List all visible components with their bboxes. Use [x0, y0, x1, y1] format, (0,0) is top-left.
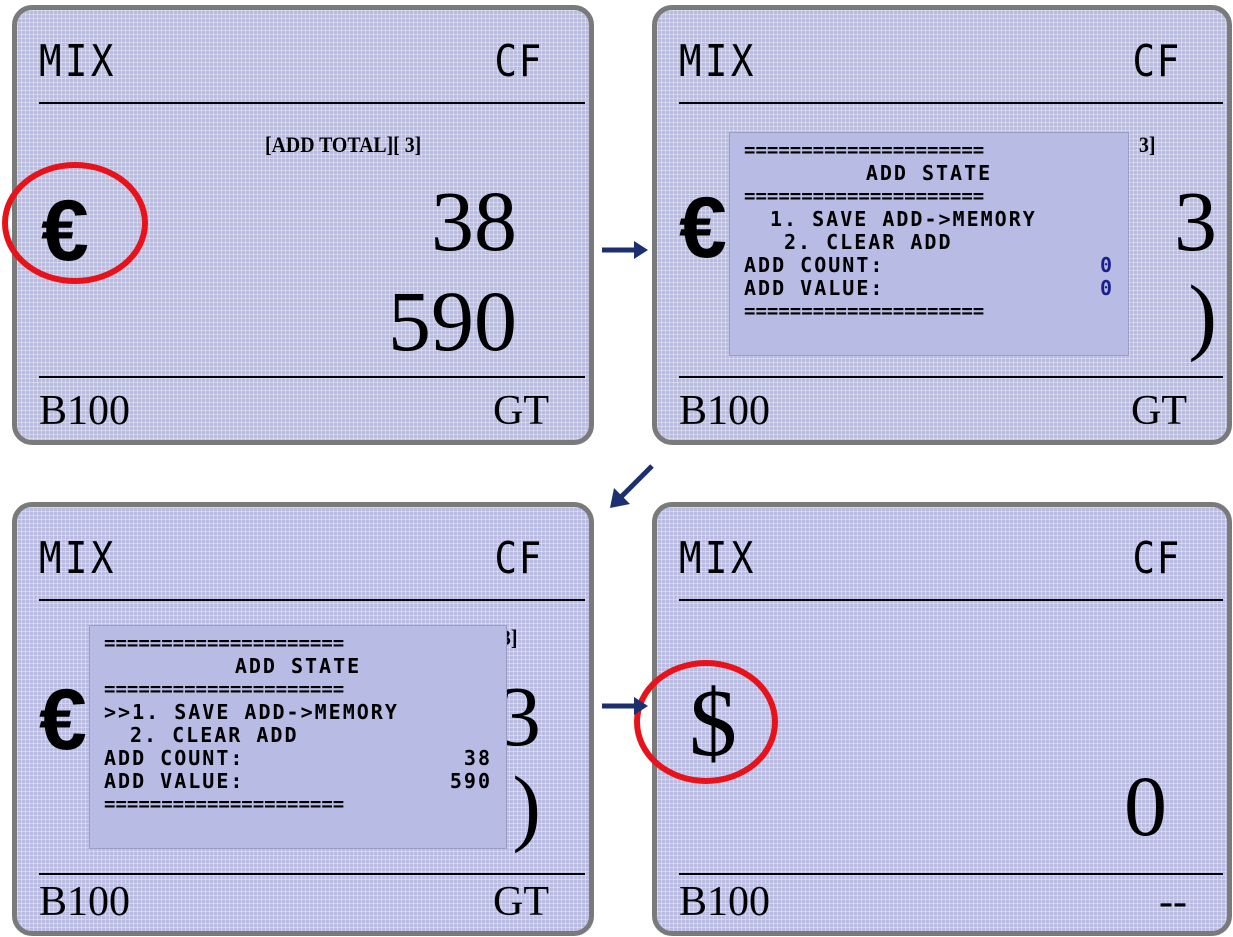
add-state-popup: ===================== ADD STATE ========… [89, 625, 507, 849]
menu-item-clear-add[interactable]: 2. CLEAR ADD [104, 724, 492, 747]
popup-rule: ===================== [104, 632, 345, 654]
bottom-divider [39, 873, 585, 875]
batch-label: B100 [39, 879, 131, 925]
bottom-divider [679, 376, 1223, 378]
add-count-label: ADD COUNT: [104, 746, 245, 770]
popup-title: ADD STATE [234, 654, 362, 678]
top-divider [39, 102, 585, 104]
cf-label: CF [494, 36, 543, 87]
value-display: 590 [388, 273, 517, 369]
cf-label: CF [494, 533, 543, 584]
popup-title: ADD STATE [865, 161, 993, 185]
add-value-row: ADD VALUE: 0 [744, 277, 1114, 300]
cf-label: CF [1132, 533, 1181, 584]
menu-item-save-add-to-memory[interactable]: 1. SAVE ADD->MEMORY [744, 208, 1114, 231]
gt-label: -- [1159, 879, 1187, 925]
add-count-value: 38 [463, 746, 492, 770]
add-value-value: 590 [449, 769, 492, 793]
add-count-label: ADD COUNT: [744, 253, 885, 277]
screen-add-state-filled: MIX CF € 3 ) 3] B100 GT ================… [12, 502, 594, 936]
add-count-row: ADD COUNT: 0 [744, 254, 1114, 277]
top-divider [679, 102, 1223, 104]
add-count-value: 0 [1099, 253, 1114, 277]
add-count-row: ADD COUNT: 38 [104, 747, 492, 770]
add-value-label: ADD VALUE: [744, 276, 885, 300]
count-display: 38 [431, 173, 517, 269]
euro-currency-icon: € [39, 672, 87, 768]
popup-rule: ===================== [104, 678, 345, 700]
batch-label: B100 [679, 879, 771, 925]
add-state-popup: ===================== ADD STATE ========… [729, 132, 1129, 356]
down-left-arrow-icon [610, 464, 654, 508]
batch-label: B100 [679, 388, 771, 434]
top-divider [39, 599, 585, 601]
cf-label: CF [1132, 36, 1181, 87]
count-display-partial: 3 [1174, 173, 1217, 269]
mode-label: MIX [679, 533, 757, 584]
value-display: 0 [1124, 758, 1167, 854]
popup-rule: ===================== [744, 300, 985, 322]
right-arrow-icon [602, 697, 648, 715]
batch-label: B100 [39, 388, 131, 434]
euro-currency-icon: € [679, 180, 727, 276]
mode-label: MIX [679, 36, 757, 87]
mode-label: MIX [39, 533, 117, 584]
menu-item-clear-add[interactable]: 2. CLEAR ADD [744, 231, 1114, 254]
add-value-label: ADD VALUE: [104, 769, 245, 793]
bottom-divider [39, 376, 585, 378]
gt-label: GT [493, 879, 549, 925]
popup-rule: ===================== [744, 139, 985, 161]
gt-label: GT [1131, 388, 1187, 434]
add-value-row: ADD VALUE: 590 [104, 770, 492, 793]
add-value-value: 0 [1099, 276, 1114, 300]
dollar-highlight-circle [634, 660, 778, 784]
gt-label: GT [493, 388, 549, 434]
add-total-label: [ADD TOTAL][ 3] [265, 132, 422, 157]
value-display-partial: ) [1188, 267, 1217, 363]
value-display-partial: ) [512, 758, 541, 854]
popup-rule: ===================== [104, 793, 345, 815]
top-divider [679, 599, 1223, 601]
menu-item-save-add-to-memory-selected[interactable]: >>1. SAVE ADD->MEMORY [104, 701, 492, 724]
bottom-divider [679, 873, 1223, 875]
add-total-label-partial: 3] [1139, 132, 1156, 157]
mode-label: MIX [39, 36, 117, 87]
euro-highlight-circle [2, 162, 148, 284]
screen-add-state-empty: MIX CF € 3 ) 3] B100 GT ================… [652, 5, 1232, 445]
popup-rule: ===================== [744, 185, 985, 207]
right-arrow-icon [602, 241, 648, 259]
